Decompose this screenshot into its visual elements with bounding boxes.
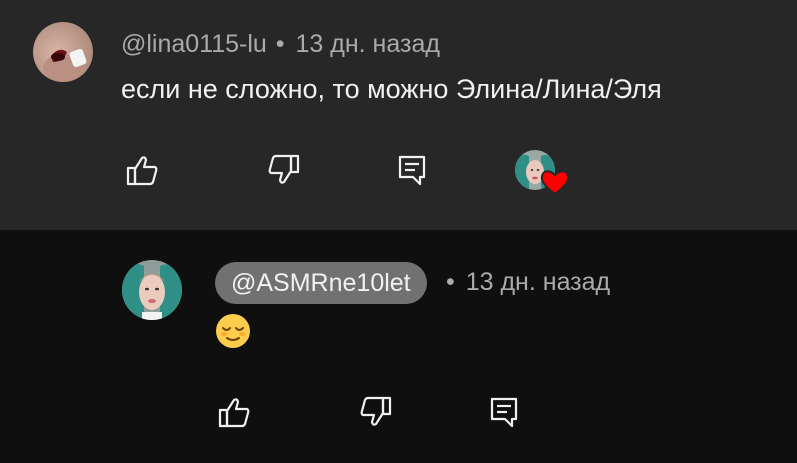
meta-separator: • — [275, 30, 285, 58]
parent-comment-time: 13 дн. назад — [295, 30, 440, 58]
parent-comment: @lina0115-lu • 13 дн. назад если не слож… — [0, 0, 797, 230]
meta-separator: • — [446, 268, 455, 296]
dislike-icon — [268, 154, 300, 184]
dislike-icon — [360, 396, 392, 426]
reply-dislike-button[interactable] — [354, 390, 398, 434]
comment-thread: @lina0115-lu • 13 дн. назад если не слож… — [0, 0, 797, 463]
like-button[interactable] — [120, 148, 164, 192]
parent-comment-text: если не сложно, то можно Элина/Лина/Эля — [121, 74, 662, 104]
like-icon — [218, 398, 250, 428]
reply-icon — [398, 155, 426, 186]
parent-author-avatar[interactable] — [33, 22, 93, 82]
reply-like-button[interactable] — [212, 390, 256, 434]
like-icon — [126, 156, 158, 186]
reply-comment-time: 13 дн. назад — [465, 268, 611, 296]
reply-author-handle[interactable]: @ASMRne10let — [215, 262, 427, 304]
parent-comment-meta: @lina0115-lu • 13 дн. назад — [121, 30, 440, 59]
heart-icon — [540, 170, 570, 196]
relieved-face-emoji — [216, 314, 250, 348]
reply-author-avatar[interactable] — [122, 260, 182, 320]
reply-icon — [490, 397, 518, 428]
parent-author-handle[interactable]: @lina0115-lu — [121, 30, 267, 58]
reply-button[interactable] — [390, 148, 434, 192]
reply-comment-meta: • 13 дн. назад — [446, 268, 610, 297]
creator-heart-badge[interactable] — [515, 148, 571, 196]
dislike-button[interactable] — [262, 148, 306, 192]
reply-reply-button[interactable] — [482, 390, 526, 434]
